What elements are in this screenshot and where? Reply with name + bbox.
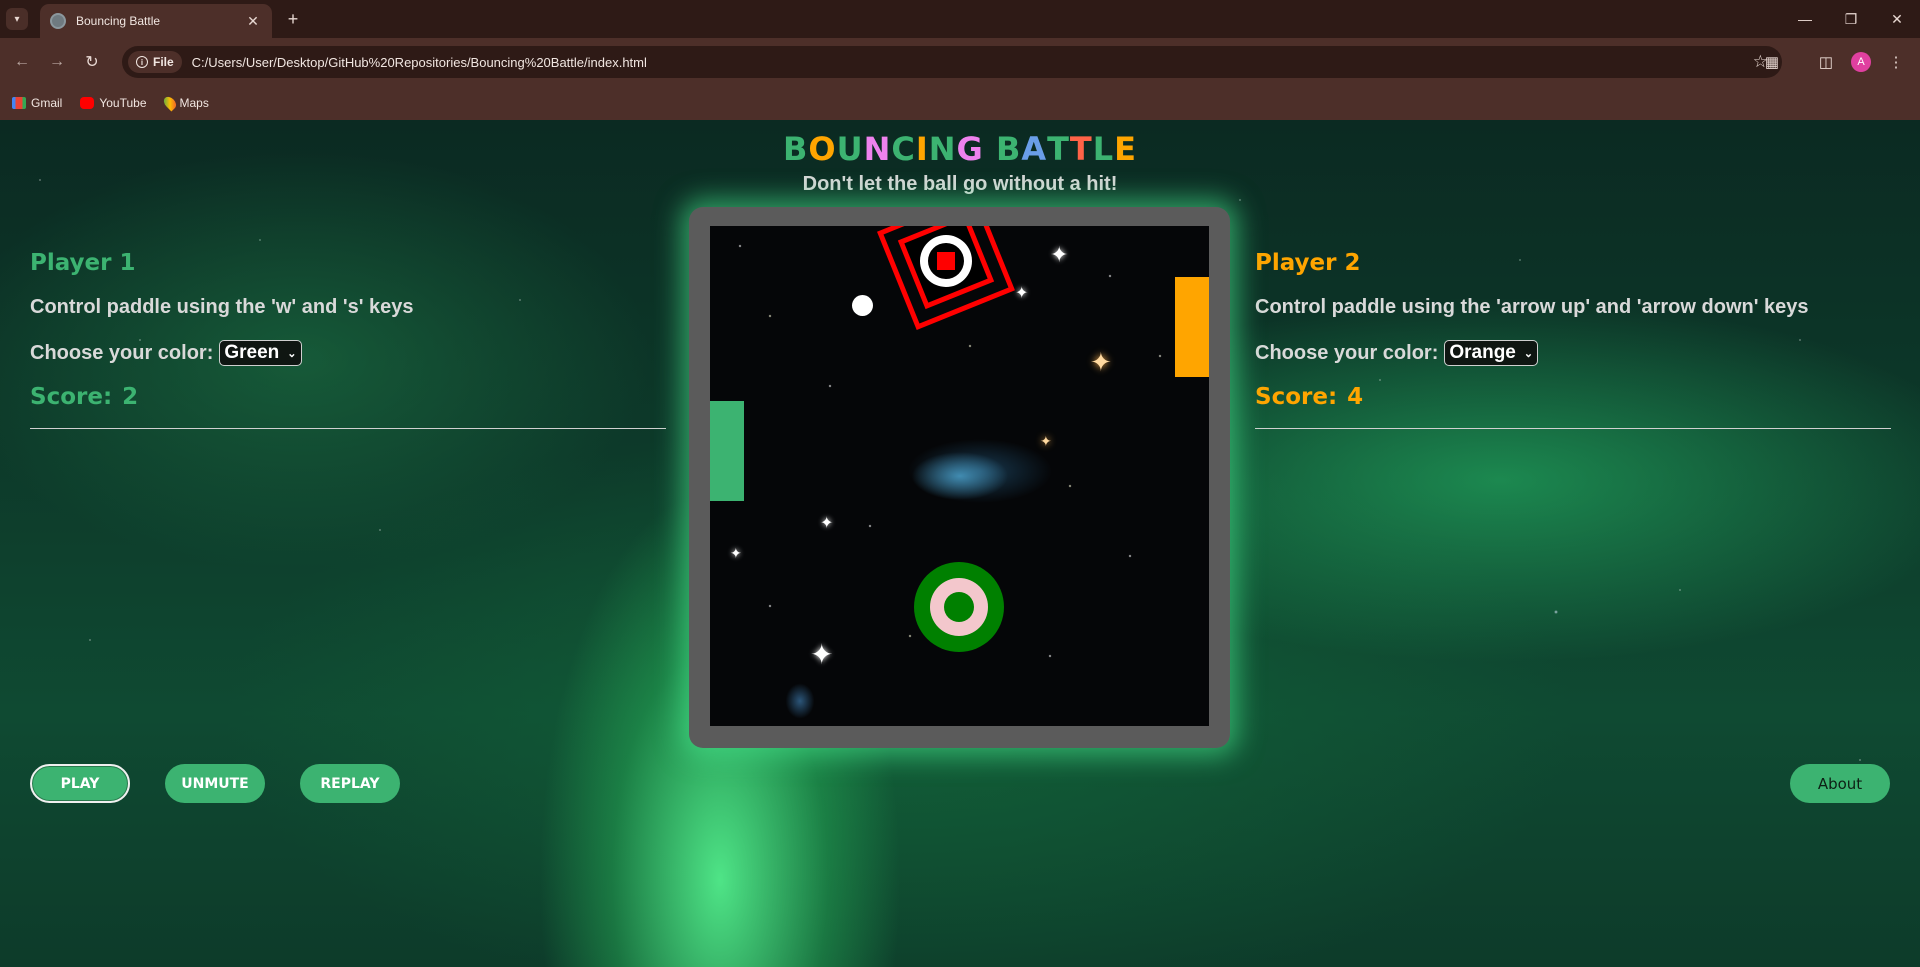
- star-sparkle: ✦: [1015, 285, 1029, 302]
- bullseye-target: [914, 562, 1004, 652]
- title-letter: L: [1092, 130, 1115, 168]
- player2-divider: [1255, 428, 1891, 429]
- title-letter: N: [928, 130, 957, 168]
- player1-panel: Player 1 Control paddle using the 'w' an…: [30, 250, 666, 429]
- star-sparkle: ✦: [820, 515, 834, 532]
- title-letter: B: [995, 130, 1022, 168]
- bookmark-gmail[interactable]: Gmail: [12, 96, 62, 110]
- bookmark-label: Maps: [179, 96, 209, 110]
- player2-score-value: 4: [1347, 384, 1364, 410]
- chevron-down-icon: ⌄: [1523, 347, 1534, 360]
- title-letter: C: [891, 130, 916, 168]
- gmail-icon: [12, 97, 26, 109]
- star-sparkle: ✦: [810, 639, 834, 670]
- game-subtitle: Don't let the ball go without a hit!: [802, 173, 1118, 195]
- bookmarks-bar: Gmail YouTube Maps: [0, 86, 1920, 120]
- forward-arrow-icon[interactable]: →: [45, 50, 69, 74]
- restore-icon[interactable]: ❐: [1828, 0, 1874, 38]
- youtube-icon: [80, 97, 95, 109]
- side-panel-icon[interactable]: ◫: [1814, 50, 1838, 74]
- site-info-label: File: [153, 55, 174, 69]
- player1-divider: [30, 428, 666, 429]
- player2-score-label: Score:: [1255, 384, 1338, 410]
- player2-color-select[interactable]: Orange ⌄: [1444, 340, 1539, 366]
- player2-instructions: Control paddle using the 'arrow up' and …: [1255, 296, 1809, 318]
- address-bar[interactable]: i File C:/Users/User/Desktop/GitHub%20Re…: [122, 46, 1782, 78]
- player2-color-row: Choose your color: Orange ⌄: [1255, 340, 1891, 366]
- ball: [852, 295, 873, 316]
- player1-color-label: Choose your color:: [30, 341, 214, 364]
- title-letter: O: [808, 130, 837, 168]
- reload-icon[interactable]: ↻: [80, 50, 104, 74]
- title-letter: E: [1114, 130, 1137, 168]
- game-canvas[interactable]: ✦ ✦ ✦ ✦ ✦ ✦ ✦: [710, 226, 1209, 726]
- target-pink-ring: [930, 578, 988, 636]
- title-letter: G: [956, 130, 984, 168]
- play-button[interactable]: PLAY: [30, 764, 130, 803]
- star-sparkle: ✦: [1040, 433, 1052, 449]
- player1-name: Player 1: [30, 250, 136, 276]
- game-board-frame: ✦ ✦ ✦ ✦ ✦ ✦ ✦: [689, 207, 1230, 748]
- player1-color-value: Green: [224, 342, 280, 363]
- spinning-square-obstacle: [877, 226, 1015, 330]
- extensions-icon[interactable]: ▦: [1760, 50, 1784, 74]
- bookmark-maps[interactable]: Maps: [161, 94, 209, 112]
- title-letter: [984, 130, 996, 168]
- player2-name: Player 2: [1255, 250, 1361, 276]
- player1-paddle: [710, 401, 744, 501]
- title-letter: T: [1047, 130, 1070, 168]
- title-letter: N: [863, 130, 892, 168]
- target-green-center: [944, 592, 974, 622]
- game-title: BOUNCING BATTLE: [0, 130, 1920, 168]
- browser-toolbar: ← → ↻ i File C:/Users/User/Desktop/GitHu…: [0, 38, 1920, 86]
- star-sparkle: ✦: [1090, 347, 1112, 377]
- bookmark-youtube[interactable]: YouTube: [80, 96, 147, 110]
- maps-icon: [161, 94, 178, 112]
- menu-kebab-icon[interactable]: ⋮: [1884, 50, 1908, 74]
- back-arrow-icon[interactable]: ←: [10, 50, 34, 74]
- title-letter: A: [1021, 130, 1048, 168]
- player1-color-row: Choose your color: Green ⌄: [30, 340, 666, 366]
- tab-close-icon[interactable]: ✕: [244, 13, 262, 30]
- info-icon: i: [136, 56, 148, 68]
- profile-avatar[interactable]: A: [1851, 52, 1871, 72]
- player1-color-select[interactable]: Green ⌄: [219, 340, 302, 366]
- site-info-chip[interactable]: i File: [128, 51, 182, 73]
- browser-tabstrip: ▾ Bouncing Battle ✕ + — ❐ ✕: [0, 0, 1920, 38]
- player2-color-label: Choose your color:: [1255, 341, 1439, 364]
- player2-paddle: [1175, 277, 1209, 377]
- replay-button[interactable]: REPLAY: [300, 764, 400, 803]
- obstacle-red-center: [937, 252, 955, 270]
- player1-instructions: Control paddle using the 'w' and 's' key…: [30, 296, 414, 318]
- bookmark-label: YouTube: [99, 96, 147, 110]
- player2-score: Score: 4: [1255, 384, 1891, 410]
- page-content: BOUNCING BATTLE Don't let the ball go wi…: [0, 120, 1920, 967]
- player1-score-value: 2: [122, 384, 139, 410]
- new-tab-button[interactable]: +: [282, 8, 304, 30]
- about-button[interactable]: About: [1790, 764, 1890, 803]
- browser-tab[interactable]: Bouncing Battle ✕: [40, 4, 272, 38]
- globe-icon: [50, 13, 66, 29]
- url-text[interactable]: C:/Users/User/Desktop/GitHub%20Repositor…: [192, 55, 1753, 70]
- chevron-down-icon: ⌄: [287, 347, 297, 360]
- player2-panel: Player 2 Control paddle using the 'arrow…: [1255, 250, 1891, 429]
- unmute-button[interactable]: UNMUTE: [165, 764, 265, 803]
- title-letter: B: [783, 130, 809, 168]
- player2-color-value: Orange: [1449, 342, 1516, 363]
- bookmark-label: Gmail: [31, 96, 63, 110]
- player1-score-label: Score:: [30, 384, 113, 410]
- star-sparkle: ✦: [730, 545, 742, 561]
- title-letter: I: [915, 130, 929, 168]
- close-window-icon[interactable]: ✕: [1874, 0, 1920, 38]
- tab-title: Bouncing Battle: [76, 14, 161, 28]
- player1-score: Score: 2: [30, 384, 666, 410]
- minimize-icon[interactable]: —: [1782, 0, 1828, 38]
- tab-search-chevron-icon[interactable]: ▾: [6, 8, 28, 30]
- title-letter: T: [1069, 130, 1093, 168]
- title-letter: U: [836, 130, 864, 168]
- star-sparkle: ✦: [1050, 242, 1069, 267]
